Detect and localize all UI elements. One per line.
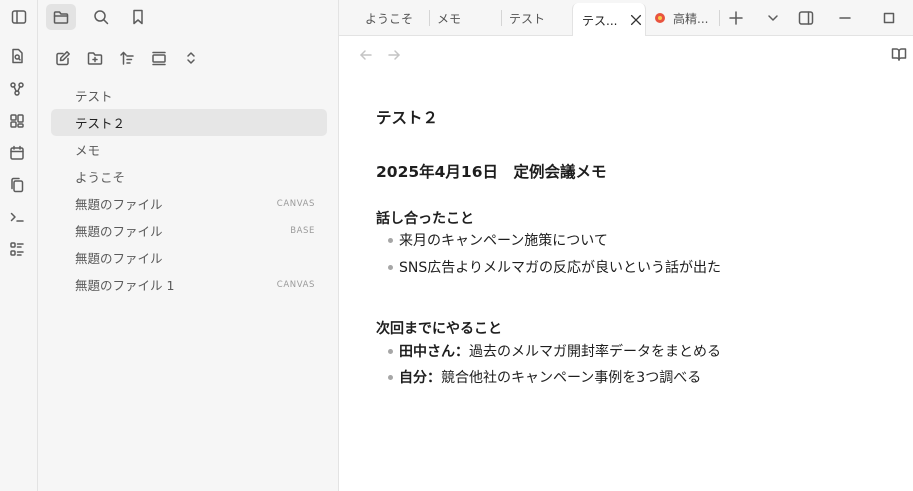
tab-separator <box>429 10 430 26</box>
bullet-text: SNS広告よりメルマガの反応が良いという話が出た <box>399 260 721 276</box>
file-name: ようこそ <box>75 170 126 185</box>
search-tab-search-icon[interactable] <box>86 4 116 30</box>
file-item[interactable]: テスト <box>51 82 327 109</box>
bullet-dot <box>388 374 393 380</box>
file-nav-actions <box>50 46 204 70</box>
tab-test2-active[interactable]: テス... <box>572 3 646 37</box>
bookmarks-tab-bookmark-icon[interactable] <box>123 4 153 30</box>
file-name: 無題のファイル <box>75 197 163 212</box>
section-heading: 次回までにやること <box>376 321 502 337</box>
tab-label: メモ <box>437 11 462 26</box>
assignee-name: 自分 <box>399 370 427 386</box>
minimize-icon[interactable] <box>835 8 855 28</box>
tab-label: テス... <box>582 13 618 28</box>
back-arrow-icon[interactable] <box>358 47 374 63</box>
file-name: 無題のファイル 1 <box>75 278 175 293</box>
file-item[interactable]: 無題のファイル <box>51 244 327 271</box>
tab-bar: ようこそ メモ テスト テス... 高精... <box>339 0 913 37</box>
tab-test[interactable]: テスト <box>509 0 571 36</box>
graph-view-icon[interactable] <box>8 80 26 98</box>
new-tab-plus-icon[interactable] <box>726 8 746 28</box>
file-name: メモ <box>75 143 101 158</box>
collapse-all-icon[interactable] <box>178 46 204 70</box>
tab-label: ようこそ <box>365 11 414 26</box>
task-text: 競合他社のキャンペーン事例を3つ調べる <box>441 370 702 386</box>
terminal-icon[interactable] <box>8 208 26 226</box>
bullet-item: 来月のキャンペーン施策について <box>388 230 608 250</box>
close-icon[interactable] <box>629 13 643 27</box>
sidebar-tab-header <box>38 0 339 36</box>
copy-icon[interactable] <box>8 176 26 194</box>
tab-list-chevron-down-icon[interactable] <box>763 8 783 28</box>
canvas-icon[interactable] <box>8 112 26 130</box>
new-folder-icon[interactable] <box>82 46 108 70</box>
note-heading: 2025年4月16日 定例会議メモ <box>376 163 607 181</box>
file-name: テスト２ <box>75 116 126 131</box>
file-name: 無題のファイル <box>75 224 163 239</box>
file-name: テスト <box>75 89 113 104</box>
sort-order-icon[interactable] <box>114 46 140 70</box>
right-sidebar-toggle-icon[interactable] <box>796 8 816 28</box>
tab-web[interactable]: 高精... <box>655 0 719 36</box>
assignee-separator: ： <box>427 370 441 386</box>
file-type-badge: BASE <box>290 225 315 236</box>
file-type-badge: CANVAS <box>276 279 315 290</box>
assignee-separator: ： <box>455 344 469 360</box>
file-item[interactable]: 無題のファイル BASE <box>51 217 327 244</box>
tab-separator <box>501 10 502 26</box>
file-name: 無題のファイル <box>75 251 163 266</box>
left-ribbon <box>0 0 38 491</box>
file-item[interactable]: ようこそ <box>51 163 327 190</box>
auto-reveal-icon[interactable] <box>146 46 172 70</box>
section-heading: 話し合ったこと <box>376 211 474 227</box>
forward-arrow-icon[interactable] <box>386 47 402 63</box>
assignee-name: 田中さん <box>399 344 455 360</box>
bullet-dot <box>388 237 393 243</box>
file-item[interactable]: メモ <box>51 136 327 163</box>
files-tab-folder-icon[interactable] <box>46 4 76 30</box>
bullet-item: SNS広告よりメルマガの反応が良いという話が出た <box>388 257 721 277</box>
tab-label: 高精... <box>673 11 709 26</box>
bullet-dot <box>388 348 393 354</box>
bullet-item: 田中さん：過去のメルマガ開封率データをまとめる <box>388 341 721 361</box>
note-title: テスト２ <box>376 109 439 127</box>
tab-separator <box>719 10 720 26</box>
editor-pane: テスト２ 2025年4月16日 定例会議メモ 話し合ったこと 来月のキャンペーン… <box>339 36 913 491</box>
calendar-icon[interactable] <box>8 144 26 162</box>
tab-memo[interactable]: メモ <box>437 0 499 36</box>
bullet-text: 来月のキャンペーン施策について <box>399 233 608 249</box>
file-tree: テスト テスト２ メモ ようこそ 無題のファイル CANVAS 無題のファイル BA… <box>51 82 327 298</box>
tab-welcome[interactable]: ようこそ <box>365 0 427 36</box>
new-note-icon[interactable] <box>50 46 76 70</box>
quick-switcher-icon[interactable] <box>8 47 26 65</box>
file-type-badge: CANVAS <box>276 198 315 209</box>
file-explorer-panel: テスト テスト２ メモ ようこそ 無題のファイル CANVAS 無題のファイル BA… <box>38 0 339 491</box>
tab-label: テスト <box>509 11 546 26</box>
bullet-dot <box>388 264 393 270</box>
file-item-active[interactable]: テスト２ <box>51 109 327 136</box>
maximize-icon[interactable] <box>879 8 899 28</box>
task-text: 過去のメルマガ開封率データをまとめる <box>469 344 721 360</box>
reading-view-book-icon[interactable] <box>891 46 909 64</box>
file-item[interactable]: 無題のファイル 1 CANVAS <box>51 271 327 298</box>
sidebar-toggle-icon[interactable] <box>8 7 30 27</box>
web-favicon-icon <box>655 13 665 23</box>
list-icon[interactable] <box>8 240 26 258</box>
file-item[interactable]: 無題のファイル CANVAS <box>51 190 327 217</box>
bullet-item: 自分：競合他社のキャンペーン事例を3つ調べる <box>388 367 701 387</box>
